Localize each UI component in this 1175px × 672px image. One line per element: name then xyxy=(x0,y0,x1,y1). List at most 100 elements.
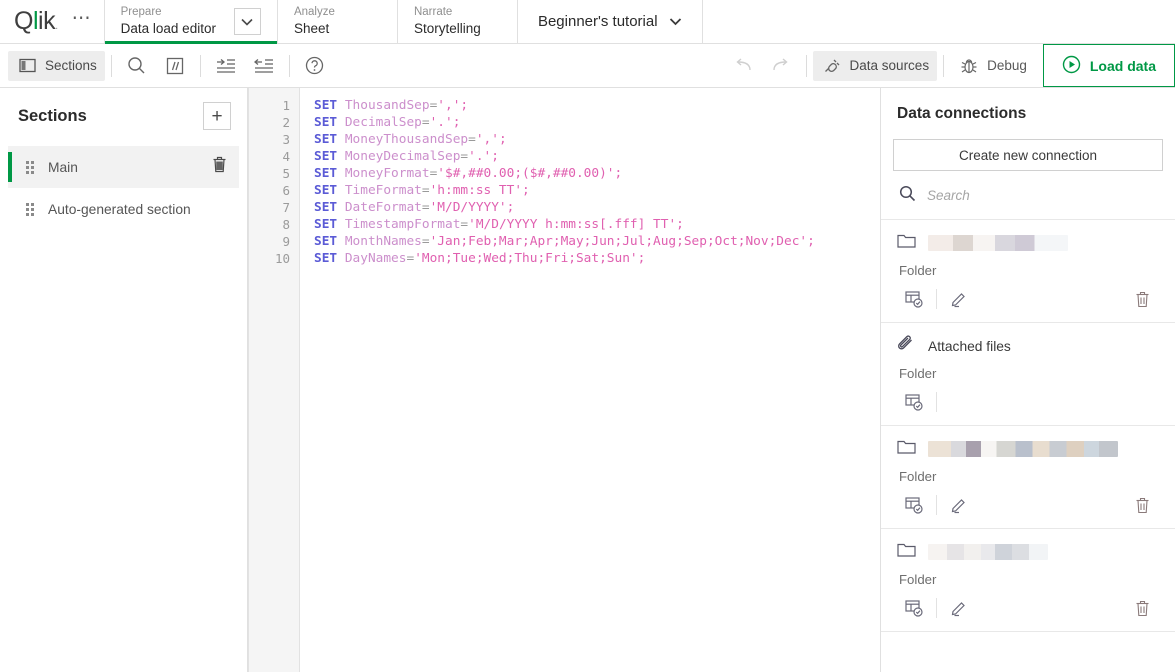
code-line: SET MoneyThousandSep=','; xyxy=(314,131,880,148)
play-circle-icon xyxy=(1062,55,1081,77)
line-number: 1 xyxy=(249,97,299,114)
nav-tab-group-label: Narrate xyxy=(414,6,481,19)
document-title: Beginner's tutorial xyxy=(538,13,658,30)
data-sources-button[interactable]: Data sources xyxy=(813,51,938,81)
connection-name-redacted xyxy=(928,235,1068,251)
line-number-gutter: 1 2 3 4 5 6 7 8 9 10 xyxy=(248,88,300,672)
select-data-icon[interactable] xyxy=(897,290,931,308)
connection-header xyxy=(897,541,1159,563)
connection-search-field[interactable]: Search xyxy=(881,171,1175,220)
delete-icon[interactable] xyxy=(212,156,227,178)
comment-button[interactable] xyxy=(156,51,194,81)
redo-button[interactable] xyxy=(762,51,800,81)
connection-item[interactable]: Folder xyxy=(881,529,1175,632)
create-new-connection-button[interactable]: Create new connection xyxy=(893,139,1163,171)
indent-button[interactable] xyxy=(207,51,245,81)
logo-dot: . xyxy=(55,20,58,32)
code-line: SET ThousandSep=','; xyxy=(314,97,880,114)
plug-icon xyxy=(821,55,843,77)
sidebar-item-auto-generated-section[interactable]: Auto-generated section xyxy=(8,188,239,230)
document-title-dropdown[interactable]: Beginner's tutorial xyxy=(517,0,702,43)
divider xyxy=(289,55,290,77)
connection-header: Attached files xyxy=(897,335,1159,357)
chevron-down-icon xyxy=(669,17,682,26)
indent-icon xyxy=(215,55,237,77)
chevron-down-icon[interactable] xyxy=(234,8,261,35)
brand-area: Qlik. ⋯ xyxy=(0,0,104,43)
outdent-button[interactable] xyxy=(245,51,283,81)
search-placeholder: Search xyxy=(927,188,970,203)
sections-panel-title: Sections xyxy=(18,107,87,126)
select-data-icon[interactable] xyxy=(897,496,931,514)
select-data-icon[interactable] xyxy=(897,599,931,617)
main-content: Sections + Main Auto-generated section 1… xyxy=(0,88,1175,672)
connection-actions xyxy=(897,387,1159,417)
load-data-button[interactable]: Load data xyxy=(1043,44,1175,87)
qlik-logo: Qlik. xyxy=(14,9,58,34)
connection-type: Folder xyxy=(899,366,1159,381)
comment-icon xyxy=(164,55,186,77)
connection-item-attached-files[interactable]: Attached files Folder xyxy=(881,323,1175,426)
debug-button[interactable]: Debug xyxy=(950,51,1035,81)
edit-icon[interactable] xyxy=(942,496,976,514)
code-line: SET TimeFormat='h:mm:ss TT'; xyxy=(314,182,880,199)
logo-lik: l xyxy=(33,7,38,35)
line-number: 10 xyxy=(249,250,299,267)
drag-handle-icon[interactable] xyxy=(26,161,34,174)
nav-tab-data-load-editor[interactable]: Prepare Data load editor xyxy=(104,0,277,43)
load-data-label: Load data xyxy=(1090,58,1156,74)
nav-tab-storytelling[interactable]: Narrate Storytelling xyxy=(397,0,517,43)
add-section-button[interactable]: + xyxy=(203,102,231,130)
sidebar-item-main[interactable]: Main xyxy=(8,146,239,188)
line-number: 4 xyxy=(249,148,299,165)
divider xyxy=(936,495,937,515)
ellipsis-icon[interactable]: ⋯ xyxy=(72,9,92,34)
search-icon xyxy=(126,55,148,77)
logo-q: Q xyxy=(14,7,33,35)
paperclip-icon xyxy=(897,335,916,358)
folder-icon xyxy=(897,439,916,460)
undo-icon xyxy=(732,55,754,77)
delete-icon[interactable] xyxy=(1125,291,1159,308)
divider xyxy=(200,55,201,77)
select-data-icon[interactable] xyxy=(897,393,931,411)
divider xyxy=(936,598,937,618)
nav-tab-sheet[interactable]: Analyze Sheet xyxy=(277,0,397,43)
outdent-icon xyxy=(253,55,275,77)
plus-icon: + xyxy=(211,107,222,126)
nav-tab-label: Sheet xyxy=(294,22,335,37)
code-line: SET MoneyFormat='$#,##0.00;($#,##0.00)'; xyxy=(314,165,880,182)
connection-name: Attached files xyxy=(928,339,1011,354)
nav-tab-group-label: Analyze xyxy=(294,6,335,19)
code-editor[interactable]: 1 2 3 4 5 6 7 8 9 10 SET ThousandSep=','… xyxy=(248,88,880,672)
folder-icon xyxy=(897,233,916,254)
drag-handle-icon[interactable] xyxy=(26,203,34,216)
sections-panel: Sections + Main Auto-generated section xyxy=(0,88,248,672)
sections-button-label: Sections xyxy=(45,58,97,73)
connection-header xyxy=(897,438,1159,460)
delete-icon[interactable] xyxy=(1125,497,1159,514)
connection-actions xyxy=(897,490,1159,520)
code-text-area[interactable]: SET ThousandSep=','; SET DecimalSep='.';… xyxy=(300,88,880,672)
delete-icon[interactable] xyxy=(1125,600,1159,617)
toggle-sections-button[interactable]: Sections xyxy=(8,51,105,81)
line-number: 5 xyxy=(249,165,299,182)
redo-icon xyxy=(770,55,792,77)
nav-tab-label: Storytelling xyxy=(414,22,481,37)
code-line: SET TimestampFormat='M/D/YYYY h:mm:ss[.f… xyxy=(314,216,880,233)
undo-button[interactable] xyxy=(724,51,762,81)
connection-item[interactable]: Folder xyxy=(881,426,1175,529)
edit-icon[interactable] xyxy=(942,599,976,617)
search-button[interactable] xyxy=(118,51,156,81)
data-connections-title: Data connections xyxy=(881,88,1175,123)
line-number: 8 xyxy=(249,216,299,233)
create-connection-label: Create new connection xyxy=(959,148,1097,163)
connection-item[interactable]: Folder xyxy=(881,220,1175,323)
help-button[interactable] xyxy=(296,51,334,81)
divider xyxy=(806,55,807,77)
bug-icon xyxy=(958,55,980,77)
edit-icon[interactable] xyxy=(942,290,976,308)
nav-spacer xyxy=(702,0,1175,43)
section-name: Main xyxy=(48,160,198,175)
connection-type: Folder xyxy=(899,572,1159,587)
